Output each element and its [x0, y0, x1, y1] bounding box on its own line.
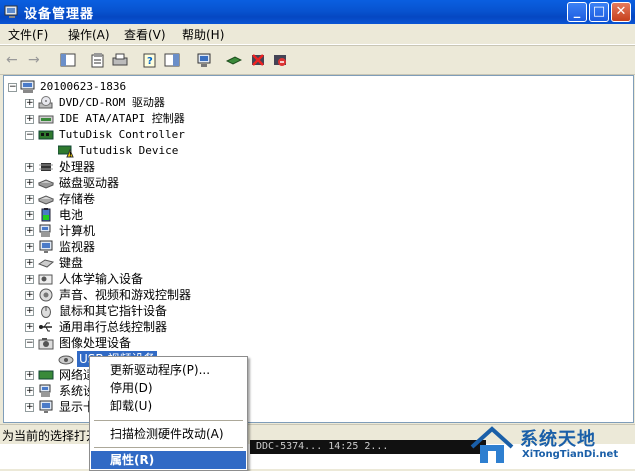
- tree-item-label: TutuDisk Controller: [59, 128, 185, 141]
- print-icon[interactable]: [112, 52, 128, 68]
- tree-item-label: 计算机: [59, 224, 96, 238]
- ide-controller-icon: [38, 115, 54, 124]
- svg-text:!: !: [69, 152, 72, 159]
- menu-scan-hardware[interactable]: 扫描检测硬件改动(A): [91, 425, 246, 443]
- hid-icon: [38, 274, 53, 285]
- menu-bar: 文件(F) 操作(A) 查看(V) 帮助(H): [0, 24, 635, 45]
- expand-icon[interactable]: +: [25, 307, 34, 316]
- tree-item-label: 键盘: [59, 256, 84, 270]
- expand-icon[interactable]: +: [25, 243, 34, 252]
- display-adapter-icon: [39, 400, 53, 413]
- dvd-drive-icon: [38, 96, 53, 109]
- tree-item-label: 图像处理设备: [59, 336, 132, 350]
- title-bar[interactable]: 设备管理器 _ □ ✕: [0, 0, 635, 24]
- scan-hardware-icon[interactable]: [196, 52, 212, 68]
- system-device-icon: [39, 384, 51, 397]
- usb-icon: [39, 322, 52, 332]
- tree-item-label: 电池: [59, 208, 84, 222]
- mouse-icon: [41, 306, 51, 318]
- computer-icon: [20, 80, 35, 93]
- tree-item-label: 人体学输入设备: [59, 272, 144, 286]
- expand-icon[interactable]: +: [25, 227, 34, 236]
- battery-icon: [41, 208, 51, 222]
- show-hide-tree-icon[interactable]: [60, 52, 76, 68]
- update-driver-icon[interactable]: [226, 52, 242, 68]
- expand-icon[interactable]: +: [25, 163, 34, 172]
- forward-arrow-icon[interactable]: →: [28, 52, 44, 68]
- menu-view[interactable]: 查看(V): [124, 26, 166, 43]
- window-title: 设备管理器: [24, 7, 95, 22]
- uninstall-icon[interactable]: [250, 52, 266, 68]
- context-menu: 更新驱动程序(P)... 停用(D) 卸载(U) 扫描检测硬件改动(A) 属性(…: [89, 356, 248, 471]
- tree-item-label: DVD/CD-ROM 驱动器: [59, 96, 165, 109]
- watermark-url: XiTongTianDi.net: [522, 449, 619, 460]
- expand-icon[interactable]: +: [25, 259, 34, 268]
- help-icon[interactable]: ?: [142, 52, 158, 68]
- tree-item-label: 声音、视频和游戏控制器: [59, 288, 192, 302]
- tree-item-label: 磁盘驱动器: [59, 176, 120, 190]
- expand-icon[interactable]: +: [25, 387, 34, 396]
- keyboard-icon: [38, 259, 54, 268]
- tree-item-label: Tutudisk Device: [79, 144, 179, 157]
- menu-file[interactable]: 文件(F): [8, 26, 48, 43]
- watermark-name: 系统天地: [520, 429, 596, 450]
- minimize-button[interactable]: _: [567, 2, 587, 22]
- back-arrow-icon[interactable]: ←: [6, 52, 22, 68]
- menu-help[interactable]: 帮助(H): [182, 26, 224, 43]
- collapse-icon[interactable]: −: [8, 83, 17, 92]
- expand-icon[interactable]: +: [25, 115, 34, 124]
- menu-separator: [94, 420, 243, 421]
- expand-icon[interactable]: +: [25, 211, 34, 220]
- disable-device-icon[interactable]: [272, 52, 288, 68]
- processor-icon: [39, 163, 53, 171]
- watermark-logo: 系统天地 XiTongTianDi.net: [462, 420, 635, 469]
- expand-icon[interactable]: +: [25, 195, 34, 204]
- imaging-device-icon: [38, 338, 54, 350]
- speaker-icon: [39, 288, 53, 302]
- computer-name: 20100623-1836: [40, 80, 127, 93]
- menu-uninstall[interactable]: 卸载(U): [91, 397, 246, 415]
- device-manager-icon: [4, 5, 18, 18]
- menu-disable[interactable]: 停用(D): [91, 379, 246, 397]
- menu-separator: [94, 447, 243, 448]
- expand-icon[interactable]: +: [25, 403, 34, 412]
- storage-volume-icon: [38, 195, 54, 205]
- house-logo-icon: [470, 426, 514, 463]
- computer-icon: [39, 224, 51, 237]
- expand-icon[interactable]: +: [25, 179, 34, 188]
- camera-icon: [58, 355, 74, 365]
- properties-icon[interactable]: [90, 52, 106, 68]
- warning-device-icon: !: [58, 145, 74, 159]
- tree-item-label: IDE ATA/ATAPI 控制器: [59, 112, 185, 125]
- menu-update-driver[interactable]: 更新驱动程序(P)...: [91, 361, 246, 379]
- background-console: DDC-5374... 14:25 2...: [250, 440, 486, 454]
- expand-icon[interactable]: +: [25, 371, 34, 380]
- menu-action[interactable]: 操作(A): [68, 26, 110, 43]
- tree-item-label: 监视器: [59, 240, 96, 254]
- tree-item-label: 鼠标和其它指针设备: [59, 304, 168, 318]
- monitor-icon: [39, 240, 53, 253]
- tree-item-label: 通用串行总线控制器: [59, 320, 168, 334]
- disk-drive-icon: [38, 179, 54, 189]
- action-pane-icon[interactable]: [164, 52, 180, 68]
- toolbar: ← → ?: [0, 45, 635, 75]
- device-manager-window: 设备管理器 _ □ ✕ 文件(F) 操作(A) 查看(V) 帮助(H) ← → …: [0, 0, 635, 471]
- expand-icon[interactable]: +: [25, 291, 34, 300]
- svg-text:?: ?: [147, 56, 153, 67]
- menu-properties[interactable]: 属性(R): [91, 451, 246, 469]
- expand-icon[interactable]: +: [25, 275, 34, 284]
- close-button[interactable]: ✕: [611, 2, 631, 22]
- tree-item-label: 处理器: [59, 160, 96, 174]
- collapse-icon[interactable]: −: [25, 131, 34, 140]
- expand-icon[interactable]: +: [25, 99, 34, 108]
- expand-icon[interactable]: +: [25, 323, 34, 332]
- tree-item-label: 存储卷: [59, 192, 96, 206]
- controller-card-icon: [38, 130, 54, 140]
- maximize-button[interactable]: □: [589, 2, 609, 22]
- network-adapter-icon: [38, 370, 54, 380]
- collapse-icon[interactable]: −: [25, 339, 34, 348]
